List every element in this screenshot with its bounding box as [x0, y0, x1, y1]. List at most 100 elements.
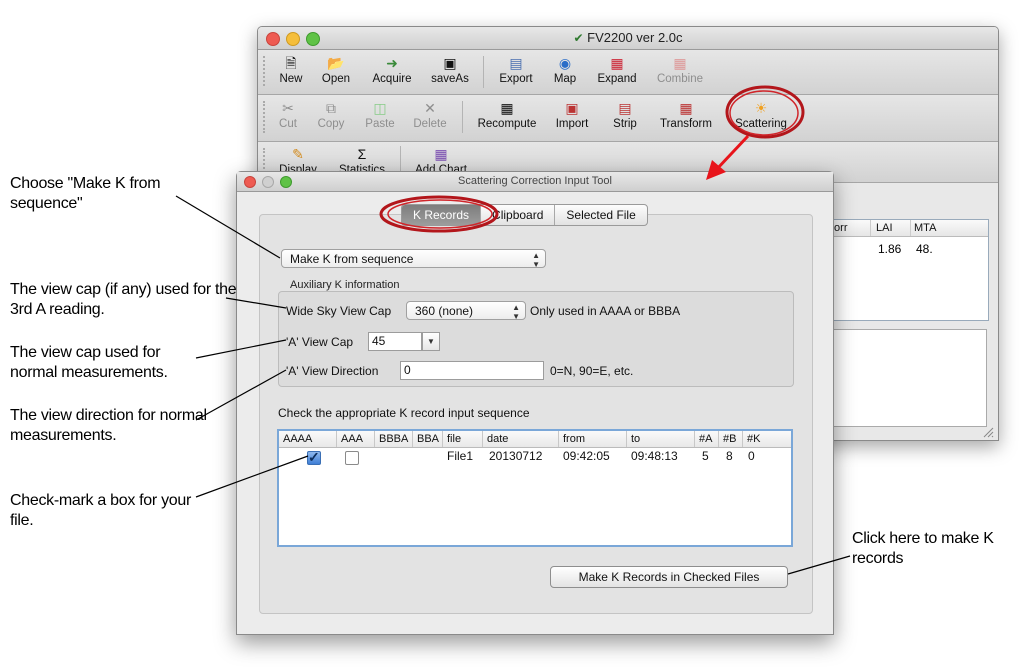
wide-sky-value: 360 (none) — [415, 304, 474, 318]
toolbar-grip — [263, 101, 271, 133]
wide-sky-note: Only used in AAAA or BBBA — [530, 304, 681, 318]
globe-icon: ◉ — [558, 55, 572, 71]
aaaa-checkbox[interactable] — [307, 449, 321, 466]
saveas-label: saveAs — [431, 73, 469, 85]
wide-sky-label: Wide Sky View Cap — [286, 304, 392, 318]
chevron-down-icon[interactable]: ▼ — [422, 332, 440, 351]
k-sequence-table[interactable]: AAAA AAA BBBA BBA file date from to #A #… — [277, 429, 793, 547]
map-button[interactable]: ◉ Map — [550, 53, 580, 85]
copy-label: Copy — [317, 118, 345, 130]
import-icon: ▣ — [565, 100, 579, 116]
sigma-icon: Σ — [357, 146, 367, 162]
wide-sky-select[interactable]: 360 (none) ▲ ▼ — [406, 301, 526, 321]
main-title-text: FV2200 ver 2.0c — [587, 30, 683, 45]
cell-num-b: 8 — [726, 449, 733, 463]
tab-bar: K Records Clipboard Selected File — [401, 204, 648, 226]
k-records-panel: Make K from sequence ▲ ▼ Auxiliary K info… — [259, 214, 813, 614]
col-bbba[interactable]: BBBA — [375, 431, 413, 447]
map-label: Map — [553, 73, 577, 85]
app-logo-icon: ✔ — [573, 31, 584, 45]
pencil-icon: ✎ — [292, 146, 304, 162]
recompute-button[interactable]: ▦ Recompute — [474, 98, 540, 130]
aaa-checkbox[interactable] — [345, 451, 359, 465]
dialog-title: Scattering Correction Input Tool — [458, 175, 612, 187]
delete-label: Delete — [413, 118, 447, 130]
combine-button[interactable]: ▦ Combine — [654, 53, 706, 85]
transform-icon: ▦ — [679, 100, 693, 116]
delete-x-icon: ✕ — [424, 100, 436, 116]
transform-button[interactable]: ▦ Transform — [656, 98, 716, 130]
export-button[interactable]: ▤ Export — [496, 53, 536, 85]
scissors-icon: ✂ — [282, 100, 294, 116]
col-to[interactable]: to — [627, 431, 695, 447]
annotation-view-dir-normal: The view direction for normal measuremen… — [10, 407, 207, 444]
a-view-direction-field[interactable]: 0 — [400, 361, 544, 380]
acquire-button[interactable]: ➜ Acquire — [368, 53, 416, 85]
import-label: Import — [555, 118, 589, 130]
cell-lai: 1.86 — [878, 242, 902, 256]
tab-clipboard[interactable]: Clipboard — [481, 205, 556, 225]
sequence-label: Check the appropriate K record input seq… — [278, 406, 530, 420]
toolbar-separator — [483, 56, 484, 88]
table-row[interactable]: File1 20130712 09:42:05 09:48:13 5 8 0 — [279, 448, 791, 466]
open-label: Open — [321, 73, 351, 85]
col-num-b[interactable]: #B — [719, 431, 743, 447]
scattering-button[interactable]: ☀ Scattering — [730, 98, 792, 130]
paste-button[interactable]: ◫ Paste — [362, 98, 398, 130]
col-bba[interactable]: BBA — [413, 431, 443, 447]
main-titlebar: ✔ FV2200 ver 2.0c — [258, 27, 998, 50]
strip-button[interactable]: ▤ Strip — [608, 98, 642, 130]
dialog-titlebar: Scattering Correction Input Tool — [237, 172, 833, 192]
a-view-direction-label: 'A' View Direction — [286, 364, 379, 378]
strip-icon: ▤ — [618, 100, 632, 116]
col-aaa[interactable]: AAA — [337, 431, 375, 447]
col-num-k[interactable]: #K — [743, 431, 773, 447]
import-button[interactable]: ▣ Import — [552, 98, 592, 130]
make-k-records-button[interactable]: Make K Records in Checked Files — [550, 566, 788, 588]
updown-arrows-icon: ▲ ▼ — [512, 303, 520, 321]
new-label: New — [279, 73, 303, 85]
expand-button[interactable]: ▦ Expand — [594, 53, 640, 85]
col-aaaa[interactable]: AAAA — [279, 431, 337, 447]
cell-num-a: 5 — [702, 449, 709, 463]
toolbar-separator — [462, 101, 463, 133]
col-mta[interactable]: MTA — [914, 220, 954, 236]
combine-label: Combine — [656, 73, 704, 85]
cell-file: File1 — [447, 449, 474, 463]
cell-num-k: 0 — [748, 449, 755, 463]
results-table[interactable]: ttCorr LAI MTA ne 1.86 48. — [815, 219, 989, 321]
cell-from: 09:42:05 — [563, 449, 610, 463]
new-button[interactable]: 🗎 New — [276, 53, 306, 85]
cell-date: 20130712 — [489, 449, 543, 463]
scattering-dialog: Scattering Correction Input Tool Make K … — [236, 171, 834, 635]
grid-icon: ▦ — [500, 100, 514, 116]
aux-group-label: Auxiliary K information — [290, 279, 400, 291]
open-button[interactable]: 📂 Open — [318, 53, 354, 85]
acquire-icon: ➜ — [386, 55, 398, 71]
annotation-click-here: Click here to make K records — [852, 530, 994, 567]
saveas-button[interactable]: ▣ saveAs — [428, 53, 472, 85]
copy-button[interactable]: ⧉ Copy — [314, 98, 348, 130]
cell-mta: 48. — [916, 242, 933, 256]
method-select[interactable]: Make K from sequence ▲ ▼ — [281, 249, 546, 269]
cut-label: Cut — [279, 118, 297, 130]
col-date[interactable]: date — [483, 431, 559, 447]
resize-grip-icon[interactable] — [982, 425, 994, 438]
expand-icon: ▦ — [610, 55, 624, 71]
a-view-cap-combo[interactable]: 45 — [368, 332, 422, 351]
tab-selected-file[interactable]: Selected File — [555, 205, 646, 225]
scattering-label: Scattering — [735, 118, 787, 130]
recompute-label: Recompute — [477, 118, 537, 130]
delete-button[interactable]: ✕ Delete — [410, 98, 450, 130]
annotation-check-mark: Check-mark a box for your file. — [10, 492, 192, 529]
col-file[interactable]: file — [443, 431, 483, 447]
method-select-value: Make K from sequence — [290, 252, 414, 266]
col-from[interactable]: from — [559, 431, 627, 447]
col-num-a[interactable]: #A — [695, 431, 719, 447]
sun-icon: ☀ — [754, 100, 768, 116]
col-lai[interactable]: LAI — [876, 220, 911, 236]
export-icon: ▤ — [509, 55, 523, 71]
tab-k-records[interactable]: K Records — [402, 205, 482, 225]
cut-button[interactable]: ✂ Cut — [274, 98, 302, 130]
export-label: Export — [499, 73, 533, 85]
